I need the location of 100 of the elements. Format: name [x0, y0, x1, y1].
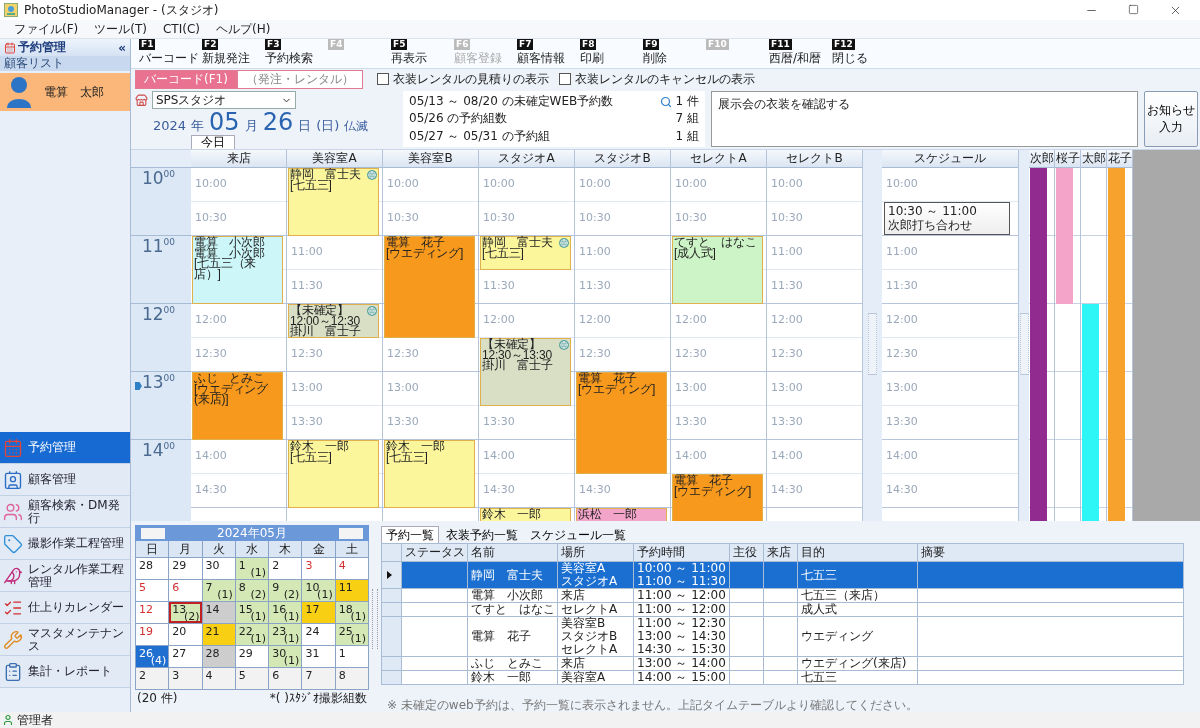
- calendar-day[interactable]: 14: [202, 602, 236, 624]
- collapse-button[interactable]: «: [118, 40, 126, 55]
- function-key-button[interactable]: F2 新規発注: [202, 39, 265, 66]
- menu-item[interactable]: ツール(T): [86, 20, 155, 38]
- calendar-day[interactable]: 20: [169, 624, 203, 646]
- menu-item[interactable]: ファイル(F): [6, 20, 87, 38]
- nav-item[interactable]: 予約管理: [0, 432, 130, 464]
- function-key-button[interactable]: F11 西暦/和暦: [769, 39, 832, 66]
- calendar-day[interactable]: 3: [169, 668, 203, 690]
- booking-card[interactable]: てすと はなこ [成人式]: [672, 236, 763, 304]
- booking-card[interactable]: ふじ とみこ [ウエディング(来店)]: [192, 372, 283, 440]
- booking-card[interactable]: 電算 花子 [ウエディング]: [672, 474, 763, 521]
- calendar-day[interactable]: 13(2): [169, 602, 203, 624]
- function-key-button[interactable]: F12 閉じる: [832, 39, 895, 66]
- booking-card[interactable]: 電算 花子 [ウエディング]: [576, 372, 667, 474]
- calendar-day[interactable]: 6: [169, 580, 203, 602]
- calendar-day[interactable]: 8: [335, 668, 369, 690]
- calendar-day[interactable]: 7 (1): [202, 580, 236, 602]
- calendar-day[interactable]: 5: [235, 668, 270, 690]
- booking-card[interactable]: 電算 花子 [ウエディング]: [384, 236, 475, 338]
- calendar-day[interactable]: 4: [335, 558, 369, 580]
- next-month-button[interactable]: [339, 527, 363, 539]
- menu-item[interactable]: CTI(C): [154, 22, 208, 36]
- calendar-day[interactable]: 25(1): [335, 624, 369, 646]
- calendar-day[interactable]: 16(1): [269, 602, 303, 624]
- checkbox[interactable]: [376, 73, 389, 85]
- calendar-day[interactable]: 5: [136, 580, 170, 602]
- notice-input-button[interactable]: お知らせ 入力: [1144, 91, 1198, 147]
- calendar-day[interactable]: 29: [169, 558, 203, 580]
- nav-item[interactable]: レンタル作業工程管理: [0, 560, 130, 592]
- calendar-day[interactable]: 18(1): [335, 602, 369, 624]
- calendar-day[interactable]: 1 (1): [235, 558, 270, 580]
- calendar-day[interactable]: 17: [302, 602, 336, 624]
- nav-item[interactable]: 顧客検索・DM発行: [0, 496, 130, 528]
- calendar-day[interactable]: 11: [335, 580, 369, 602]
- customer-item[interactable]: 電算 太郎: [0, 73, 130, 111]
- calendar-day[interactable]: 4: [202, 668, 236, 690]
- nav-item[interactable]: マスタメンテナンス: [0, 624, 130, 656]
- nav-item[interactable]: 仕上りカレンダー: [0, 592, 130, 624]
- calendar-day[interactable]: 30(1): [269, 646, 303, 668]
- mode-tab[interactable]: （発注・レンタル）: [236, 69, 363, 89]
- splitter-handle[interactable]: [868, 313, 877, 375]
- calendar-day[interactable]: 30: [202, 558, 236, 580]
- list-tab[interactable]: スケジュール一覧: [525, 526, 631, 543]
- booking-card[interactable]: 浜松 一郎: [576, 508, 667, 521]
- booking-card[interactable]: 静岡 富士夫 [七五三]: [288, 168, 379, 236]
- store-select[interactable]: SPSスタジオ: [152, 91, 296, 109]
- table-row[interactable]: 静岡 富士夫 美容室A スタジオA 10:00 ～ 11:00 11:00 ～ 11:30 七五三: [381, 561, 1184, 589]
- calendar-day[interactable]: 21: [202, 624, 236, 646]
- calendar-day[interactable]: 3: [302, 558, 336, 580]
- booking-card[interactable]: 鈴木 一郎 [七五三]: [288, 440, 379, 508]
- splitter-handle[interactable]: [372, 588, 378, 649]
- calendar-day[interactable]: 10(1): [302, 580, 336, 602]
- calendar-day[interactable]: 22(1): [235, 624, 270, 646]
- maximize-icon[interactable]: [1128, 3, 1139, 15]
- calendar-day[interactable]: 12: [136, 602, 170, 624]
- function-key-button[interactable]: F3 予約検索: [265, 39, 328, 66]
- calendar-day[interactable]: 2: [136, 668, 170, 690]
- search-icon[interactable]: [659, 95, 672, 108]
- calendar-day[interactable]: 1: [335, 646, 369, 668]
- table-cell: セレクトA: [557, 602, 634, 617]
- calendar-day[interactable]: 24: [302, 624, 336, 646]
- booking-card[interactable]: 鈴木 一郎 [七五三]: [384, 440, 475, 508]
- nav-item[interactable]: 顧客管理: [0, 464, 130, 496]
- function-key-button[interactable]: F1 バーコード: [139, 39, 202, 66]
- day-number: 24: [305, 625, 320, 638]
- calendar-day[interactable]: 31: [302, 646, 336, 668]
- function-key-button[interactable]: F7 顧客情報: [517, 39, 580, 66]
- calendar-day[interactable]: 8 (2): [235, 580, 270, 602]
- booking-card[interactable]: 【未確定】 12:30～13:30 掛川 富士子: [480, 338, 571, 406]
- calendar-day[interactable]: 19: [136, 624, 170, 646]
- table-row[interactable]: 電算 花子 美容室B スタジオB セレクトA 11:00 ～ 12:30 13:00 ～ 14:30 14:30 ～ 15:30 ウエディング: [381, 616, 1184, 657]
- calendar-day[interactable]: 6: [269, 668, 303, 690]
- calendar-day[interactable]: 7: [302, 668, 336, 690]
- calendar-day[interactable]: 15(1): [235, 602, 270, 624]
- calendar-day[interactable]: 27: [169, 646, 203, 668]
- booking-card[interactable]: 電算 小次郎 電算 小次郎 [七五三（来店）]: [192, 236, 283, 304]
- nav-item[interactable]: 集計・レポート: [0, 656, 130, 688]
- calendar-day[interactable]: 2: [269, 558, 303, 580]
- function-key-button[interactable]: F8 印刷: [580, 39, 643, 66]
- calendar-day[interactable]: 28: [202, 646, 236, 668]
- booking-card[interactable]: 静岡 富士夫 [七五三]: [480, 236, 571, 270]
- list-tab[interactable]: 衣装予約一覧: [441, 526, 523, 543]
- booking-card[interactable]: 鈴木 一郎: [480, 508, 571, 521]
- prev-month-button[interactable]: [141, 527, 165, 539]
- menu-item[interactable]: ヘルプ(H): [207, 20, 279, 38]
- checkbox[interactable]: [558, 73, 571, 85]
- calendar-day[interactable]: 26(4): [136, 646, 170, 668]
- schedule-card[interactable]: 10:30 ～ 11:00 次郎打ち合わせ: [884, 202, 1010, 235]
- list-tab[interactable]: 予約一覧: [381, 526, 439, 543]
- booking-card[interactable]: 【未確定】 12:00～12:30 掛川 富士子: [288, 304, 379, 338]
- calendar-day[interactable]: 29: [235, 646, 270, 668]
- nav-item[interactable]: 撮影作業工程管理: [0, 528, 130, 560]
- splitter-handle[interactable]: [1019, 313, 1029, 375]
- calendar-day[interactable]: 23(1): [269, 624, 303, 646]
- notice-field[interactable]: 展示会の衣装を確認する: [711, 91, 1138, 147]
- calendar-day[interactable]: 9 (2): [269, 580, 303, 602]
- function-key-button[interactable]: F5 再表示: [391, 39, 454, 66]
- function-key-button[interactable]: F9 削除: [643, 39, 706, 66]
- calendar-day[interactable]: 28: [136, 558, 170, 580]
